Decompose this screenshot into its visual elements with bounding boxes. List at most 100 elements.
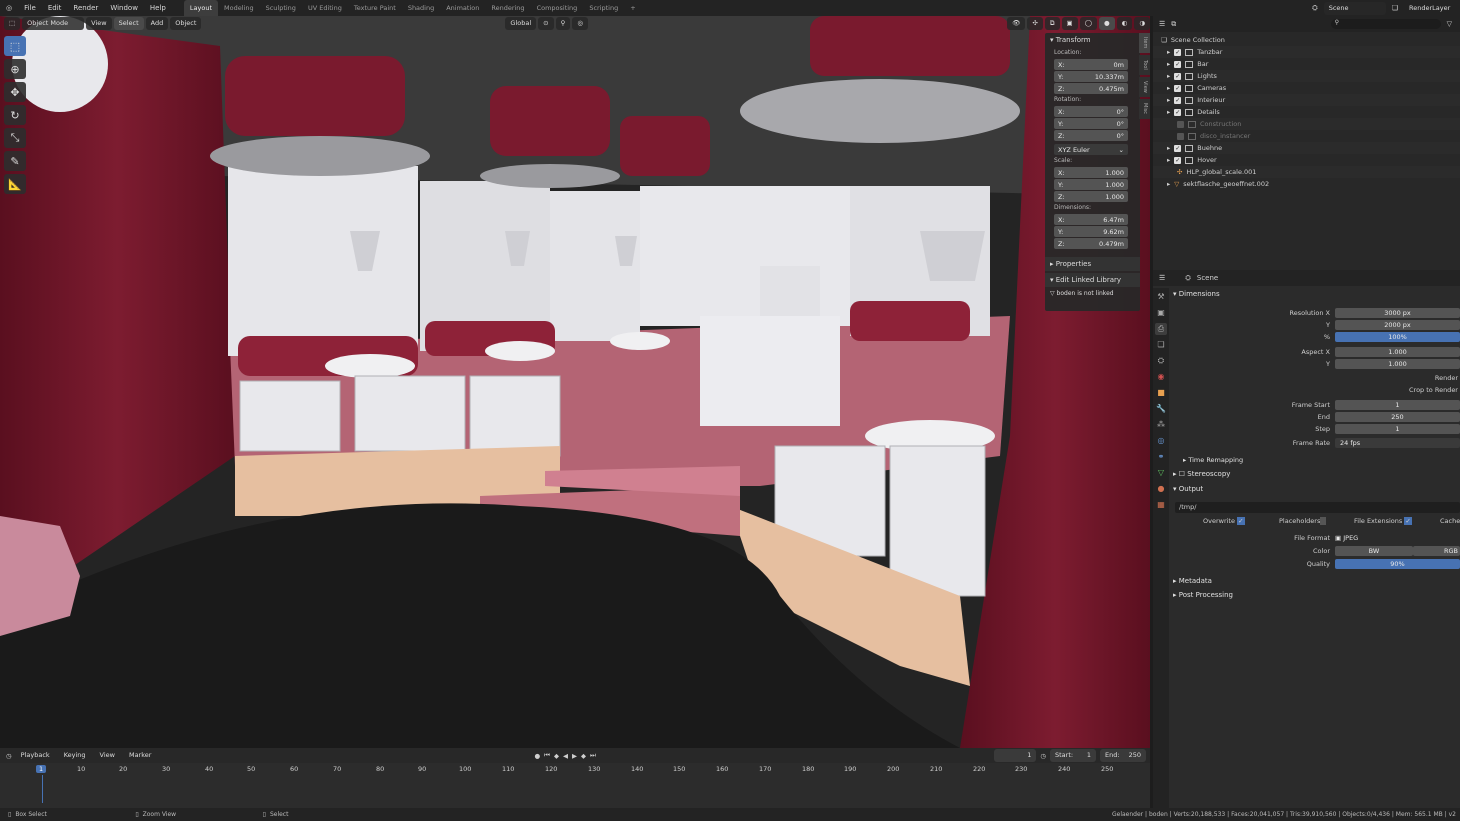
rotation-x-field[interactable]: X: 0° [1054,106,1128,117]
physics-icon[interactable]: ◎ [1155,435,1167,447]
editor-type-icon[interactable]: ☰ [1159,20,1165,28]
menu-edit[interactable]: Edit [42,0,68,16]
expand-icon[interactable]: ▸ [1167,108,1170,116]
checkbox-icon[interactable]: ✓ [1174,144,1182,152]
snap-icon[interactable]: ⚲ [555,17,571,30]
metadata-section[interactable]: ▸ Metadata [1173,577,1212,585]
scene-selector[interactable]: Scene [1323,1,1386,15]
properties-header[interactable]: ▸ Properties [1045,257,1140,271]
list-item[interactable]: disco_instancer [1153,130,1460,142]
gizmo-icon[interactable]: ✣ [1027,17,1043,30]
color-rgb-button[interactable]: RGB [1413,545,1460,556]
menu-view[interactable]: View [86,17,112,30]
list-item[interactable]: ▸ ✓ Cameras [1153,82,1460,94]
material-icon[interactable]: ● [1155,483,1167,495]
menu-file[interactable]: File [18,0,42,16]
cursor-icon[interactable]: ⊕ [4,59,26,79]
measure-icon[interactable]: 📐 [4,174,26,194]
scale-icon[interactable]: ⤡ [4,128,26,148]
select-box-icon[interactable]: ⬚ [4,36,26,56]
start-frame-field[interactable]: Start: 1 [1050,749,1096,762]
proportional-edit-icon[interactable]: ◎ [572,17,589,30]
record-icon[interactable]: ● [534,752,540,760]
frame-step-field[interactable]: 1 [1335,423,1460,434]
end-frame-field[interactable]: End: 250 [1100,749,1146,762]
menu-playback[interactable]: Playback [16,749,55,762]
expand-icon[interactable]: ▸ [1167,96,1170,104]
dimensions-z-field[interactable]: Z: 0.479m [1054,238,1128,249]
list-item[interactable]: ▸ ✓ Hover [1153,154,1460,166]
view-layer-selector[interactable]: RenderLayer [1404,2,1460,15]
play-icon[interactable]: ▶ [572,752,577,760]
edit-linked-header[interactable]: ▾ Edit Linked Library [1045,273,1140,287]
checkbox-icon[interactable]: ✓ [1174,96,1182,104]
render-icon[interactable]: ▣ [1155,307,1167,319]
list-item[interactable]: ▸ ✓ Details [1153,106,1460,118]
tab-misc[interactable]: Misc [1139,99,1150,119]
jump-start-icon[interactable]: ⏮ [544,751,550,760]
editor-type-icon[interactable]: ☰ [1159,274,1165,282]
output-path-input[interactable]: /tmp/ [1175,502,1460,513]
view-layer-icon[interactable]: ❏ [1155,339,1167,351]
menu-help[interactable]: Help [144,0,172,16]
editor-type-icon[interactable]: ⬚ [4,17,21,30]
tab-tool[interactable]: Tool [1139,55,1150,75]
dimensions-section[interactable]: ▾ Dimensions [1173,290,1220,298]
object-icon[interactable]: ■ [1155,387,1167,399]
render-region-checkbox[interactable]: Render [1175,374,1460,382]
checkbox-icon[interactable] [1177,120,1184,128]
texture-icon[interactable]: ▦ [1155,499,1167,511]
blender-logo-icon[interactable]: ◎ [0,0,18,16]
output-section[interactable]: ▾ Output [1173,485,1203,493]
tab-compositing[interactable]: Compositing [531,0,584,16]
transform-header[interactable]: ▾ Transform [1045,33,1140,47]
rotation-y-field[interactable]: Y: 0° [1054,118,1128,129]
jump-end-icon[interactable]: ⏭ [590,751,596,760]
placeholders-checkbox[interactable]: Placeholders [1279,517,1327,525]
list-item[interactable]: ▸ ✓ Buehne [1153,142,1460,154]
list-item[interactable]: ✣ HLP_global_scale.001 [1153,166,1460,178]
tab-scripting[interactable]: Scripting [583,0,624,16]
tab-shading[interactable]: Shading [402,0,440,16]
world-icon[interactable]: ◉ [1155,371,1167,383]
visibility-icon[interactable]: 👁 [1007,17,1026,30]
dimensions-x-field[interactable]: X: 6.47m [1054,214,1128,225]
expand-icon[interactable]: ▸ [1167,72,1170,80]
tab-texture-paint[interactable]: Texture Paint [348,0,402,16]
3d-viewport[interactable] [0,16,1150,748]
list-item[interactable]: ▸ ✓ Lights [1153,70,1460,82]
add-workspace-button[interactable]: + [624,0,641,16]
cache-checkbox[interactable]: Cache [1440,517,1460,525]
display-mode-icon[interactable]: ⧉ [1171,20,1176,29]
tab-item[interactable]: Item [1139,33,1150,53]
location-y-field[interactable]: Y: 10.337m [1054,71,1128,82]
expand-icon[interactable]: ▸ [1167,180,1170,188]
menu-marker[interactable]: Marker [124,749,156,762]
scale-y-field[interactable]: Y: 1.000 [1054,179,1128,190]
rotation-mode-select[interactable]: XYZ Euler ⌄ [1054,144,1128,155]
location-x-field[interactable]: X: 0m [1054,59,1128,70]
resolution-x-field[interactable]: 3000 px [1335,307,1460,318]
expand-icon[interactable]: ▸ [1167,144,1170,152]
checkbox-icon[interactable]: ✓ [1174,108,1182,116]
tab-view[interactable]: View [1139,77,1150,97]
checkbox-icon[interactable]: ✓ [1174,84,1182,92]
playhead[interactable]: 1 [36,765,47,773]
time-remapping-section[interactable]: ▸ Time Remapping [1183,456,1243,464]
crop-to-render-checkbox[interactable]: Crop to Render [1175,386,1460,394]
scene-collection-row[interactable]: ❏ Scene Collection [1153,34,1460,46]
aspect-x-field[interactable]: 1.000 [1335,346,1460,357]
list-item[interactable]: ▸ ▽ sektflasche_geoeffnet.002 [1153,178,1460,190]
menu-keying[interactable]: Keying [59,749,91,762]
shading-material-icon[interactable]: ◐ [1116,17,1133,30]
tab-sculpting[interactable]: Sculpting [260,0,302,16]
editor-type-icon[interactable]: ◷ [6,752,12,760]
aspect-y-field[interactable]: 1.000 [1335,358,1460,369]
play-reverse-icon[interactable]: ◀ [563,752,568,760]
list-item[interactable]: Construction [1153,118,1460,130]
menu-select[interactable]: Select [113,17,144,30]
checkbox-icon[interactable]: ✓ [1174,156,1182,164]
list-item[interactable]: ▸ ✓ Tanzbar [1153,46,1460,58]
shading-solid-icon[interactable]: ● [1098,17,1115,30]
data-icon[interactable]: ▽ [1155,467,1167,479]
